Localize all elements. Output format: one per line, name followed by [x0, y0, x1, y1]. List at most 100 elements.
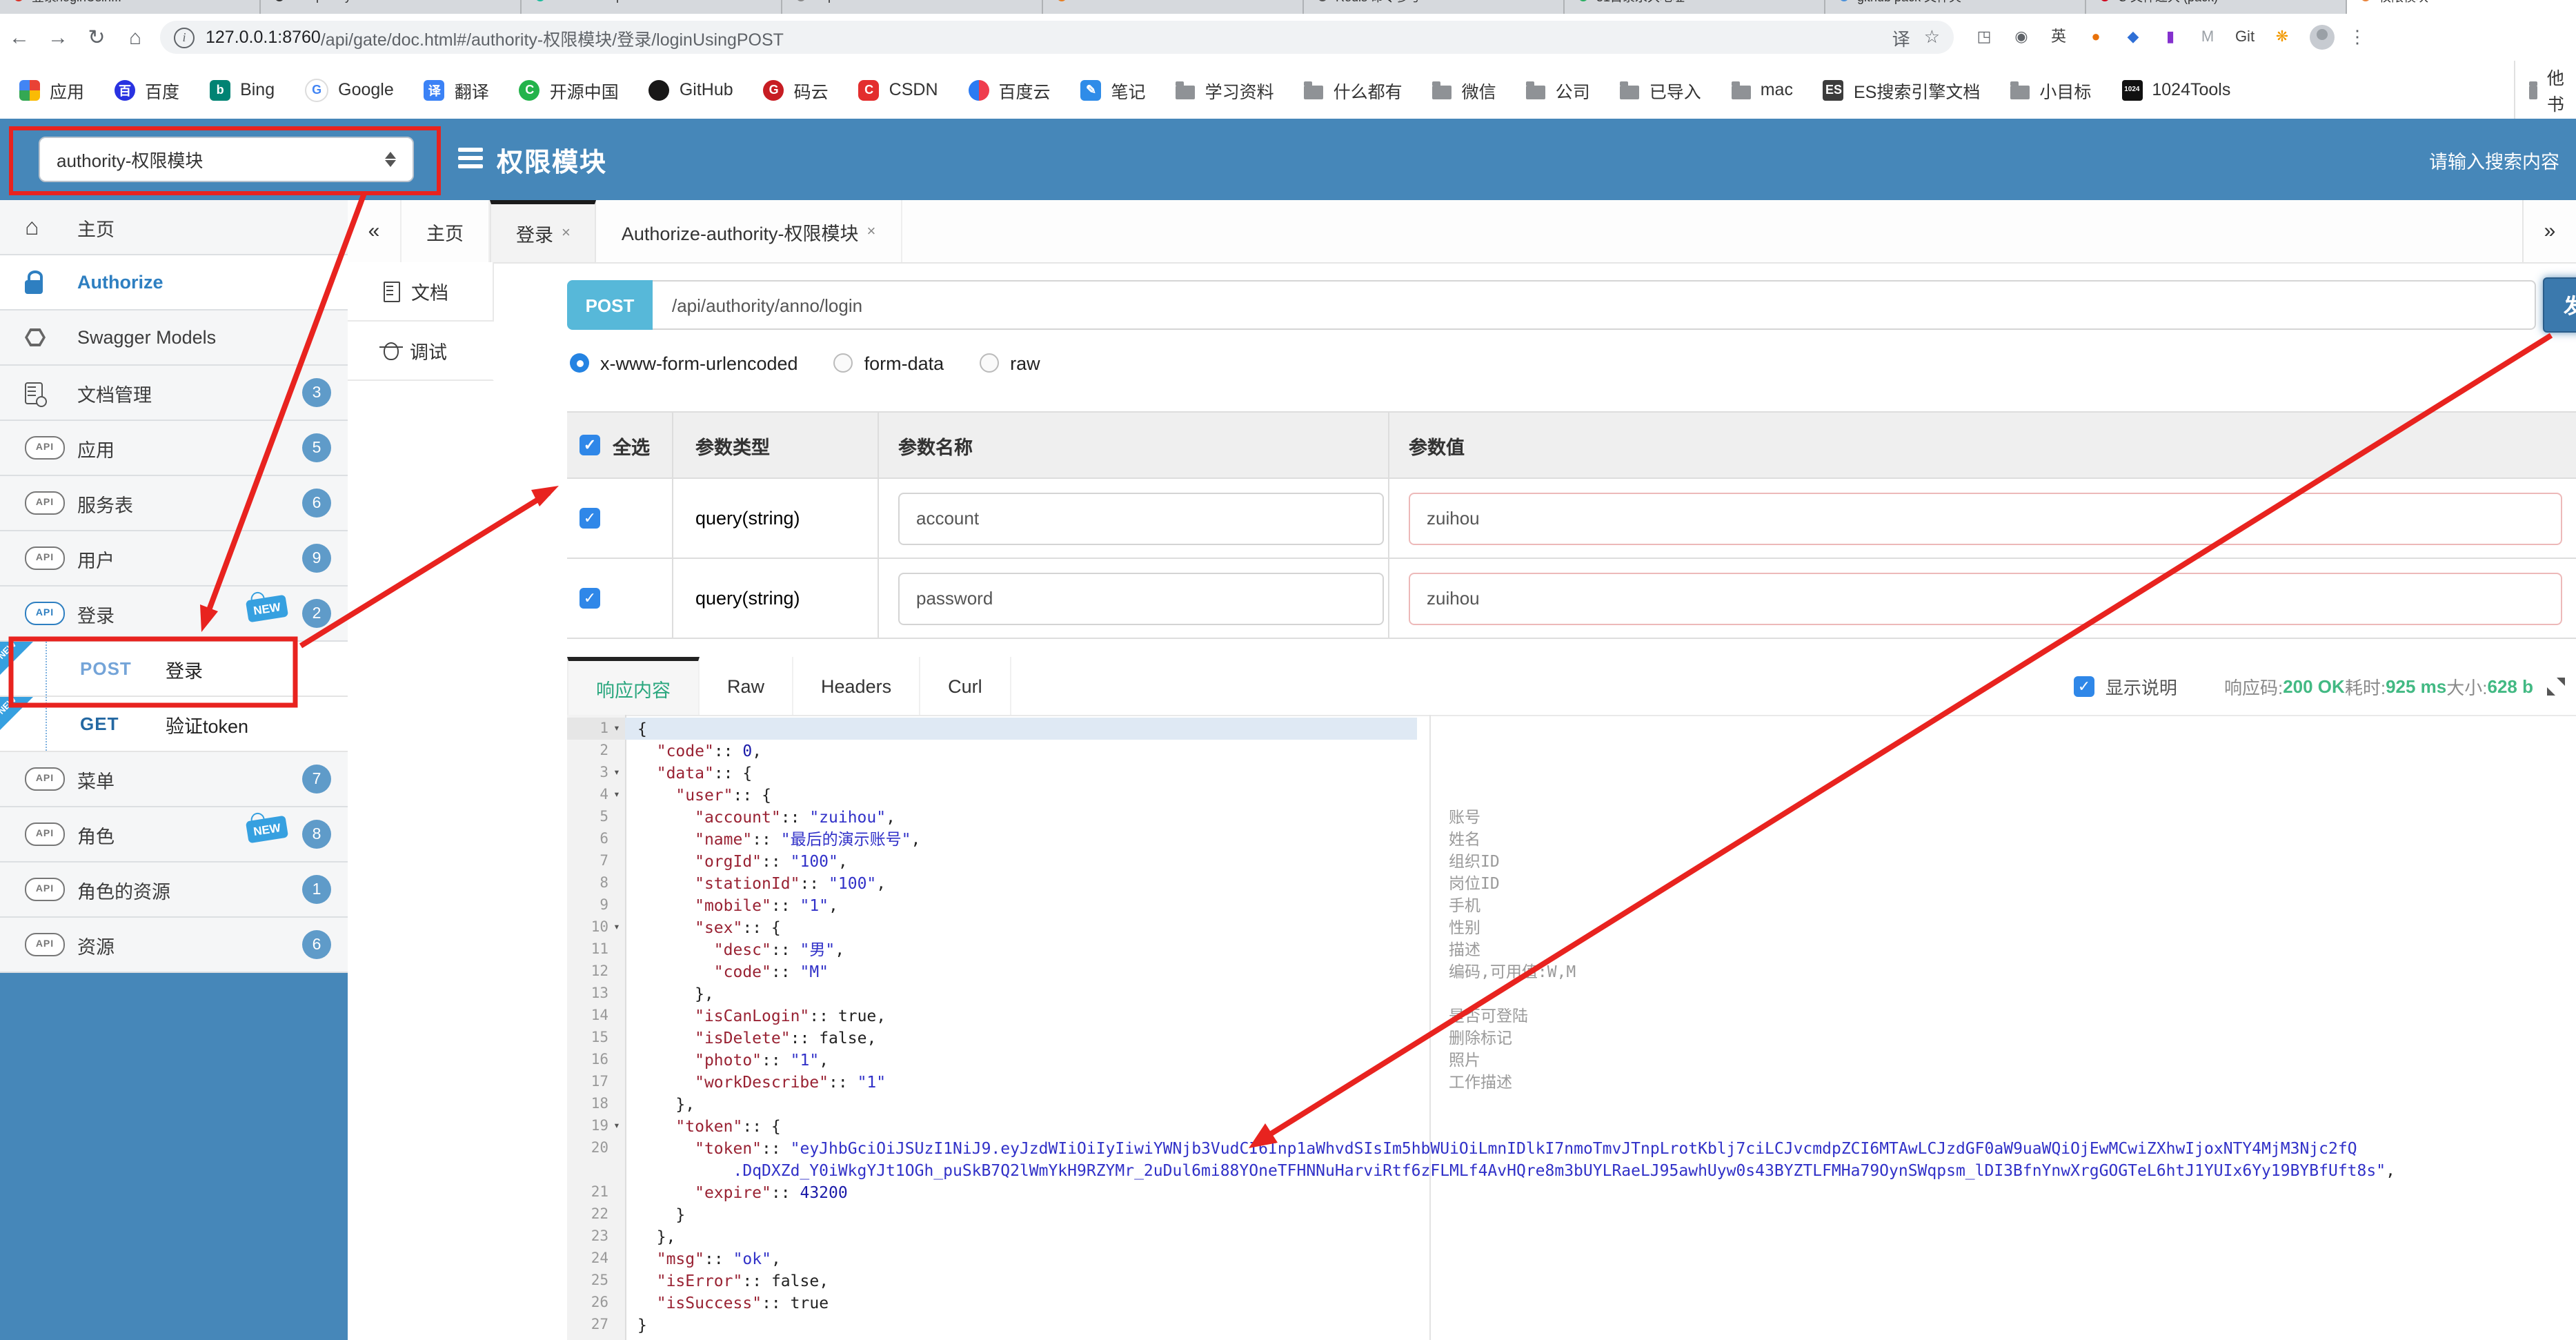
bookmark-item[interactable]: mac: [1731, 80, 1793, 99]
response-tab-Headers[interactable]: Headers: [793, 657, 921, 715]
bookmark-item[interactable]: 小目标: [2010, 77, 2091, 103]
color-ext-icon[interactable]: ❋: [2271, 26, 2293, 48]
bookmark-item[interactable]: C CSDN: [858, 79, 938, 100]
fold-toggle-icon[interactable]: ▾: [608, 916, 625, 938]
browser-tab[interactable]: Zana - Jumpserver: [522, 0, 782, 14]
radio-form-data[interactable]: [833, 353, 853, 373]
bookmark-item[interactable]: GitHub: [648, 79, 733, 100]
back-icon[interactable]: ←: [0, 26, 39, 49]
git-ext-icon[interactable]: Git: [2234, 26, 2256, 48]
sidebar-item-菜单[interactable]: API 菜单 7: [0, 752, 348, 807]
tab-Authorize-authority-权限模块[interactable]: Authorize-authority-权限模块 ×: [597, 200, 902, 262]
sidebar-item-Swagger Models[interactable]: Swagger Models: [0, 311, 348, 366]
bookmark-item[interactable]: 已导入: [1620, 77, 1701, 103]
browser-tab[interactable]: Habse: [1043, 0, 1304, 14]
param-value-input[interactable]: [1409, 492, 2562, 544]
response-body-editor[interactable]: 1 ▾{2 "code":: 0, 3 ▾ "data":: {4 ▾ "user"::…: [567, 715, 2576, 1340]
browser-tab[interactable]: 51目录永久地址: [1565, 0, 1825, 14]
fold-toggle-icon[interactable]: ▾: [608, 784, 625, 806]
bookmark-item[interactable]: 应用: [19, 77, 84, 103]
sidebar-item-文档管理[interactable]: 文档管理 3: [0, 366, 348, 421]
expand-icon[interactable]: [2547, 677, 2565, 695]
browser-tab[interactable]: github pack 文件夹: [1825, 0, 2086, 14]
browser-tab[interactable]: 登录/loginUsin...: [0, 0, 261, 14]
sidebar-item-Authorize[interactable]: Authorize: [0, 255, 348, 311]
row-checkbox[interactable]: ✓: [579, 508, 600, 529]
row-checkbox[interactable]: ✓: [579, 588, 600, 609]
bookmark-item[interactable]: G 码云: [763, 77, 829, 103]
bookmark-item[interactable]: 什么都有: [1304, 77, 1403, 103]
tab-close-icon[interactable]: ×: [562, 225, 571, 242]
param-name-input[interactable]: [898, 572, 1384, 624]
select-all-checkbox[interactable]: ✓: [579, 435, 600, 455]
bookmark-item[interactable]: C 开源中国: [519, 77, 619, 103]
site-info-icon[interactable]: i: [174, 27, 195, 48]
home-icon[interactable]: ⌂: [116, 26, 155, 49]
tab-主页[interactable]: 主页: [402, 200, 490, 262]
screenshot-icon[interactable]: ◉: [2010, 26, 2032, 48]
fold-toggle-icon[interactable]: ▾: [608, 718, 625, 740]
english-ext-icon[interactable]: 英: [2048, 26, 2070, 48]
bookmark-item[interactable]: 学习资料: [1176, 77, 1274, 103]
bookmark-item[interactable]: 微信: [1432, 77, 1496, 103]
reload-icon[interactable]: ↻: [77, 25, 116, 50]
sidebar-item-应用[interactable]: API 应用 5: [0, 421, 348, 476]
side-tab-调试[interactable]: 调试: [348, 322, 494, 381]
send-button[interactable]: 发送: [2543, 277, 2576, 333]
show-desc-checkbox[interactable]: ✓: [2073, 676, 2094, 696]
browser-tab[interactable]: https://sh2.15...: [782, 0, 1043, 14]
response-tab-响应内容[interactable]: 响应内容: [567, 657, 700, 715]
other-bookmarks[interactable]: 其他书签: [2514, 61, 2576, 119]
bookmark-item[interactable]: ✎ 笔记: [1080, 77, 1146, 103]
sidebar-item-主页[interactable]: ⌂ 主页: [0, 200, 348, 255]
bookmark-item[interactable]: 1024 1024Tools: [2121, 79, 2230, 100]
gmail-ext-icon[interactable]: M: [2197, 26, 2219, 48]
devtools-icon[interactable]: ◳: [1973, 26, 1995, 48]
search-input[interactable]: 请输入搜索内容: [2429, 146, 2559, 174]
sidebar-item-服务表[interactable]: API 服务表 6: [0, 476, 348, 531]
browser-tab[interactable]: Temporary Interacti...: [261, 0, 522, 14]
address-bar[interactable]: i 127.0.0.1:8760 /api/gate/doc.html#/aut…: [160, 21, 1954, 54]
bookmark-star-icon[interactable]: ☆: [1924, 26, 1940, 48]
bookmark-item[interactable]: 译翻译: [424, 77, 489, 103]
response-tab-Curl[interactable]: Curl: [920, 657, 1011, 715]
fold-toggle-icon[interactable]: ▾: [608, 1115, 625, 1137]
translate-icon[interactable]: 译: [1892, 24, 1910, 50]
request-path-input[interactable]: /api/authority/anno/login: [653, 280, 2536, 330]
sidebar-endpoint-post[interactable]: NEW POST 登录: [0, 640, 348, 697]
tabs-scroll-left-icon[interactable]: «: [348, 200, 402, 262]
side-tab-文档[interactable]: 文档: [348, 262, 494, 322]
browser-tab[interactable]: Redis 命令参考: [1304, 0, 1565, 14]
bookmark-item[interactable]: 百度云: [968, 77, 1051, 103]
sidebar-endpoint-get[interactable]: NEW GET 验证token: [0, 695, 348, 752]
bookmark-item[interactable]: 百百度: [115, 77, 179, 103]
sidebar-item-角色的资源[interactable]: API 角色的资源 1: [0, 863, 348, 918]
sidebar-item-登录[interactable]: API 登录 NEW 2: [0, 587, 348, 642]
radio-raw[interactable]: [980, 353, 1000, 373]
param-value-input[interactable]: [1409, 572, 2562, 624]
tab-登录[interactable]: 登录 ×: [490, 200, 597, 262]
sidebar-item-用户[interactable]: API 用户 9: [0, 531, 348, 587]
forward-icon[interactable]: →: [39, 26, 77, 49]
profile-avatar[interactable]: [2310, 25, 2335, 50]
response-tab-Raw[interactable]: Raw: [700, 657, 794, 715]
reader-ext-icon[interactable]: ●: [2085, 26, 2107, 48]
param-name-input[interactable]: [898, 492, 1384, 544]
browser-menu-icon[interactable]: ⋮: [2348, 26, 2366, 48]
bookmark-item[interactable]: b Bing: [210, 79, 275, 100]
tabs-scroll-right-icon[interactable]: »: [2522, 200, 2576, 262]
radio-x-www-form-urlencoded[interactable]: [570, 353, 589, 373]
browser-tab[interactable]: 权限模块: [2347, 0, 2576, 14]
fold-toggle-icon[interactable]: ▾: [608, 762, 625, 784]
bookmark-item[interactable]: G Google: [305, 78, 394, 101]
bookmark-item[interactable]: 公司: [1526, 77, 1590, 103]
menu-icon[interactable]: [458, 148, 483, 168]
bookmark-item[interactable]: ES ES搜索引擎文档: [1823, 77, 1980, 103]
drop-ext-icon[interactable]: ◆: [2122, 26, 2144, 48]
browser-tab[interactable]: C 文件过大 (pack): [2086, 0, 2347, 14]
sidebar-item-角色[interactable]: API 角色 NEW 8: [0, 807, 348, 863]
sidebar-item-资源[interactable]: API 资源 6: [0, 918, 348, 973]
module-select[interactable]: authority-权限模块: [39, 137, 414, 182]
store-ext-icon[interactable]: ▮: [2159, 26, 2181, 48]
tab-close-icon[interactable]: ×: [867, 223, 876, 239]
